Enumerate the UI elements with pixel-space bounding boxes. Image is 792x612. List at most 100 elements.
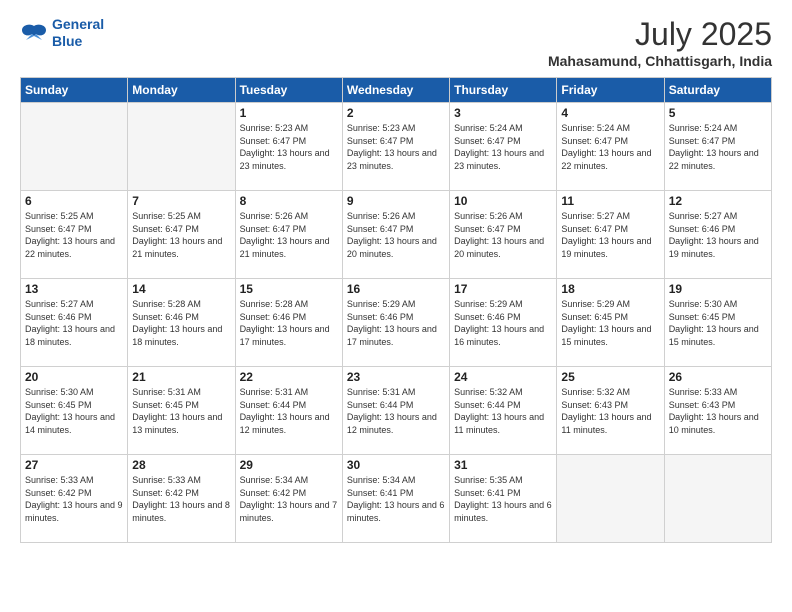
day-number: 20 [25,370,123,384]
day-info: Sunrise: 5:27 AMSunset: 6:47 PMDaylight:… [561,210,659,260]
day-number: 22 [240,370,338,384]
day-info: Sunrise: 5:24 AMSunset: 6:47 PMDaylight:… [454,122,552,172]
day-info: Sunrise: 5:27 AMSunset: 6:46 PMDaylight:… [25,298,123,348]
table-row: 18 Sunrise: 5:29 AMSunset: 6:45 PMDayligh… [557,279,664,367]
day-info: Sunrise: 5:30 AMSunset: 6:45 PMDaylight:… [25,386,123,436]
table-row: 21 Sunrise: 5:31 AMSunset: 6:45 PMDayligh… [128,367,235,455]
day-info: Sunrise: 5:32 AMSunset: 6:43 PMDaylight:… [561,386,659,436]
table-row: 2Sunrise: 5:23 AMSunset: 6:47 PMDaylight… [342,103,449,191]
header-monday: Monday [128,78,235,103]
table-row: 27Sunrise: 5:33 AMSunset: 6:42 PMDayligh… [21,455,128,543]
header-tuesday: Tuesday [235,78,342,103]
day-number: 13 [25,282,123,296]
header-sunday: Sunday [21,78,128,103]
table-row: 6Sunrise: 5:25 AMSunset: 6:47 PMDaylight… [21,191,128,279]
day-info: Sunrise: 5:23 AMSunset: 6:47 PMDaylight:… [240,122,338,172]
table-row: 23Sunrise: 5:31 AMSunset: 6:44 PMDayligh… [342,367,449,455]
table-row: 16 Sunrise: 5:29 AMSunset: 6:46 PMDayligh… [342,279,449,367]
header: General Blue July 2025 Mahasamund, Chhat… [20,16,772,69]
day-info: Sunrise: 5:25 AMSunset: 6:47 PMDaylight:… [132,210,230,260]
day-info: Sunrise: 5:26 AMSunset: 6:47 PMDaylight:… [347,210,445,260]
logo-blue: Blue [52,33,82,49]
table-row: 8 Sunrise: 5:26 AMSunset: 6:47 PMDaylight… [235,191,342,279]
logo-text: General Blue [52,16,104,50]
day-number: 6 [25,194,123,208]
day-info: Sunrise: 5:35 AMSunset: 6:41 PMDaylight:… [454,474,552,524]
day-info: Sunrise: 5:24 AMSunset: 6:47 PMDaylight:… [561,122,659,172]
day-number: 21 [132,370,230,384]
day-info: Sunrise: 5:29 AMSunset: 6:45 PMDaylight:… [561,298,659,348]
header-friday: Friday [557,78,664,103]
day-number: 7 [132,194,230,208]
table-row: 3 Sunrise: 5:24 AMSunset: 6:47 PMDaylight… [450,103,557,191]
day-info: Sunrise: 5:23 AMSunset: 6:47 PMDaylight:… [347,122,445,172]
table-row [21,103,128,191]
location: Mahasamund, Chhattisgarh, India [548,53,772,69]
table-row: 10Sunrise: 5:26 AMSunset: 6:47 PMDayligh… [450,191,557,279]
day-number: 1 [240,106,338,120]
day-number: 3 [454,106,552,120]
day-info: Sunrise: 5:31 AMSunset: 6:44 PMDaylight:… [240,386,338,436]
day-number: 4 [561,106,659,120]
day-number: 30 [347,458,445,472]
table-row: 15 Sunrise: 5:28 AMSunset: 6:46 PMDayligh… [235,279,342,367]
day-number: 25 [561,370,659,384]
table-row: 31 Sunrise: 5:35 AMSunset: 6:41 PMDayligh… [450,455,557,543]
day-number: 11 [561,194,659,208]
day-info: Sunrise: 5:34 AMSunset: 6:42 PMDaylight:… [240,474,338,524]
logo: General Blue [20,16,104,50]
day-number: 19 [669,282,767,296]
table-row: 19 Sunrise: 5:30 AMSunset: 6:45 PMDayligh… [664,279,771,367]
day-number: 9 [347,194,445,208]
logo-general: General [52,16,104,32]
table-row: 7 Sunrise: 5:25 AMSunset: 6:47 PMDaylight… [128,191,235,279]
day-info: Sunrise: 5:29 AMSunset: 6:46 PMDaylight:… [347,298,445,348]
day-info: Sunrise: 5:26 AMSunset: 6:47 PMDaylight:… [240,210,338,260]
day-info: Sunrise: 5:31 AMSunset: 6:44 PMDaylight:… [347,386,445,436]
table-row: 28 Sunrise: 5:33 AMSunset: 6:42 PMDayligh… [128,455,235,543]
table-row [557,455,664,543]
day-number: 28 [132,458,230,472]
day-info: Sunrise: 5:28 AMSunset: 6:46 PMDaylight:… [240,298,338,348]
day-number: 12 [669,194,767,208]
table-row: 12 Sunrise: 5:27 AMSunset: 6:46 PMDayligh… [664,191,771,279]
day-number: 31 [454,458,552,472]
day-number: 5 [669,106,767,120]
day-info: Sunrise: 5:30 AMSunset: 6:45 PMDaylight:… [669,298,767,348]
calendar-header-row: Sunday Monday Tuesday Wednesday Thursday… [21,78,772,103]
day-number: 29 [240,458,338,472]
calendar-week-row: 20 Sunrise: 5:30 AMSunset: 6:45 PMDayligh… [21,367,772,455]
header-saturday: Saturday [664,78,771,103]
calendar-week-row: 1 Sunrise: 5:23 AMSunset: 6:47 PMDaylight… [21,103,772,191]
day-number: 15 [240,282,338,296]
table-row: 22 Sunrise: 5:31 AMSunset: 6:44 PMDayligh… [235,367,342,455]
table-row: 25 Sunrise: 5:32 AMSunset: 6:43 PMDayligh… [557,367,664,455]
logo-icon [20,22,48,44]
day-info: Sunrise: 5:34 AMSunset: 6:41 PMDaylight:… [347,474,445,524]
table-row: 17Sunrise: 5:29 AMSunset: 6:46 PMDayligh… [450,279,557,367]
table-row: 24Sunrise: 5:32 AMSunset: 6:44 PMDayligh… [450,367,557,455]
day-info: Sunrise: 5:33 AMSunset: 6:42 PMDaylight:… [25,474,123,524]
calendar-week-row: 13 Sunrise: 5:27 AMSunset: 6:46 PMDayligh… [21,279,772,367]
day-info: Sunrise: 5:27 AMSunset: 6:46 PMDaylight:… [669,210,767,260]
table-row: 30 Sunrise: 5:34 AMSunset: 6:41 PMDayligh… [342,455,449,543]
calendar-week-row: 27Sunrise: 5:33 AMSunset: 6:42 PMDayligh… [21,455,772,543]
day-number: 26 [669,370,767,384]
table-row: 14Sunrise: 5:28 AMSunset: 6:46 PMDayligh… [128,279,235,367]
table-row: 20 Sunrise: 5:30 AMSunset: 6:45 PMDayligh… [21,367,128,455]
calendar-week-row: 6 Sunrise: 5:25 AMSunset: 6:47 PMDaylight… [21,191,772,279]
header-wednesday: Wednesday [342,78,449,103]
day-number: 10 [454,194,552,208]
day-info: Sunrise: 5:33 AMSunset: 6:42 PMDaylight:… [132,474,230,524]
day-number: 24 [454,370,552,384]
table-row [128,103,235,191]
day-number: 14 [132,282,230,296]
day-info: Sunrise: 5:31 AMSunset: 6:45 PMDaylight:… [132,386,230,436]
table-row: 4 Sunrise: 5:24 AMSunset: 6:47 PMDaylight… [557,103,664,191]
title-block: July 2025 Mahasamund, Chhattisgarh, Indi… [548,16,772,69]
day-number: 16 [347,282,445,296]
table-row [664,455,771,543]
day-number: 8 [240,194,338,208]
table-row: 1 Sunrise: 5:23 AMSunset: 6:47 PMDaylight… [235,103,342,191]
day-number: 18 [561,282,659,296]
